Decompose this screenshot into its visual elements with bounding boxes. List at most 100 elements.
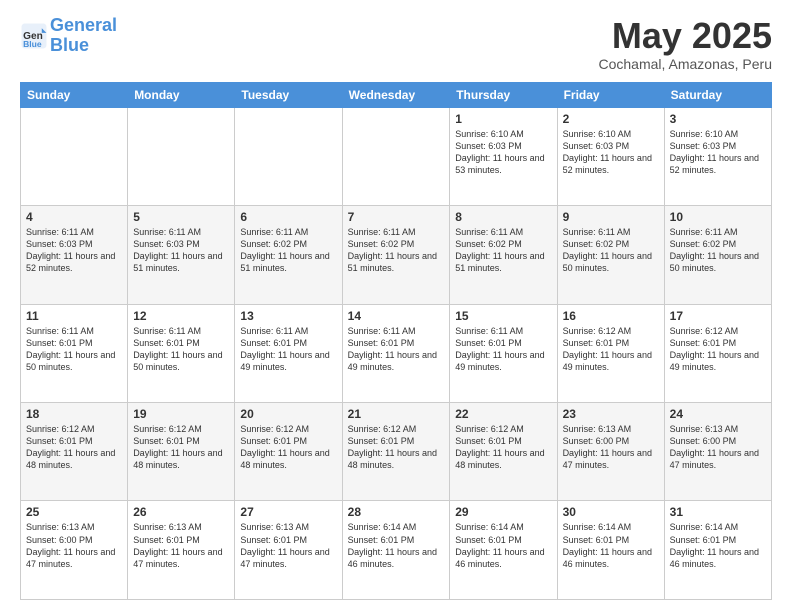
- day-info: Sunrise: 6:12 AMSunset: 6:01 PMDaylight:…: [26, 423, 122, 472]
- week-row-3: 11Sunrise: 6:11 AMSunset: 6:01 PMDayligh…: [21, 304, 772, 402]
- logo-line1: General: [50, 15, 117, 35]
- calendar-cell: 31 Sunrise: 6:14 AMSunset: 6:01 PMDayligh…: [664, 501, 771, 600]
- month-title: May 2025: [598, 16, 772, 56]
- day-info: Sunrise: 6:12 AMSunset: 6:01 PMDaylight:…: [133, 423, 229, 472]
- calendar-cell: [342, 107, 450, 205]
- calendar-cell: 9 Sunrise: 6:11 AMSunset: 6:02 PMDaylight…: [557, 206, 664, 304]
- day-number: 9: [563, 210, 659, 224]
- day-number: 24: [670, 407, 766, 421]
- calendar-cell: 26 Sunrise: 6:13 AMSunset: 6:01 PMDayligh…: [128, 501, 235, 600]
- day-number: 6: [240, 210, 336, 224]
- day-number: 22: [455, 407, 551, 421]
- day-info: Sunrise: 6:11 AMSunset: 6:03 PMDaylight:…: [133, 226, 229, 275]
- day-info: Sunrise: 6:11 AMSunset: 6:01 PMDaylight:…: [133, 325, 229, 374]
- calendar-cell: 15Sunrise: 6:11 AMSunset: 6:01 PMDayligh…: [450, 304, 557, 402]
- day-info: Sunrise: 6:11 AMSunset: 6:02 PMDaylight:…: [348, 226, 445, 275]
- day-info: Sunrise: 6:14 AMSunset: 6:01 PMDaylight:…: [670, 521, 766, 570]
- calendar-cell: [21, 107, 128, 205]
- day-number: 28: [348, 505, 445, 519]
- location: Cochamal, Amazonas, Peru: [598, 56, 772, 72]
- calendar-cell: 28 Sunrise: 6:14 AMSunset: 6:01 PMDayligh…: [342, 501, 450, 600]
- calendar-cell: 14Sunrise: 6:11 AMSunset: 6:01 PMDayligh…: [342, 304, 450, 402]
- day-info: Sunrise: 6:12 AMSunset: 6:01 PMDaylight:…: [563, 325, 659, 374]
- logo-line2: Blue: [50, 35, 89, 55]
- calendar-cell: 5 Sunrise: 6:11 AMSunset: 6:03 PMDaylight…: [128, 206, 235, 304]
- day-number: 8: [455, 210, 551, 224]
- weekday-header-wednesday: Wednesday: [342, 82, 450, 107]
- calendar-cell: 11Sunrise: 6:11 AMSunset: 6:01 PMDayligh…: [21, 304, 128, 402]
- day-info: Sunrise: 6:11 AMSunset: 6:01 PMDaylight:…: [455, 325, 551, 374]
- day-info: Sunrise: 6:11 AMSunset: 6:03 PMDaylight:…: [26, 226, 122, 275]
- day-info: Sunrise: 6:10 AMSunset: 6:03 PMDaylight:…: [670, 128, 766, 177]
- calendar-cell: 30 Sunrise: 6:14 AMSunset: 6:01 PMDayligh…: [557, 501, 664, 600]
- weekday-header-monday: Monday: [128, 82, 235, 107]
- calendar-cell: 7 Sunrise: 6:11 AMSunset: 6:02 PMDaylight…: [342, 206, 450, 304]
- day-info: Sunrise: 6:11 AMSunset: 6:02 PMDaylight:…: [670, 226, 766, 275]
- calendar-cell: 22Sunrise: 6:12 AMSunset: 6:01 PMDayligh…: [450, 403, 557, 501]
- day-info: Sunrise: 6:12 AMSunset: 6:01 PMDaylight:…: [240, 423, 336, 472]
- day-info: Sunrise: 6:13 AMSunset: 6:01 PMDaylight:…: [133, 521, 229, 570]
- calendar-cell: 19 Sunrise: 6:12 AMSunset: 6:01 PMDayligh…: [128, 403, 235, 501]
- logo-text: General Blue: [50, 16, 117, 56]
- day-number: 14: [348, 309, 445, 323]
- calendar-cell: 2Sunrise: 6:10 AMSunset: 6:03 PMDaylight…: [557, 107, 664, 205]
- calendar-cell: 18 Sunrise: 6:12 AMSunset: 6:01 PMDayligh…: [21, 403, 128, 501]
- day-number: 4: [26, 210, 122, 224]
- logo-icon: Gen Blue: [20, 22, 48, 50]
- day-number: 31: [670, 505, 766, 519]
- day-number: 23: [563, 407, 659, 421]
- calendar-cell: 12Sunrise: 6:11 AMSunset: 6:01 PMDayligh…: [128, 304, 235, 402]
- calendar-cell: 4 Sunrise: 6:11 AMSunset: 6:03 PMDaylight…: [21, 206, 128, 304]
- day-info: Sunrise: 6:14 AMSunset: 6:01 PMDaylight:…: [563, 521, 659, 570]
- weekday-header-saturday: Saturday: [664, 82, 771, 107]
- logo: Gen Blue General Blue: [20, 16, 117, 56]
- header: Gen Blue General Blue May 2025 Cochamal,…: [20, 16, 772, 72]
- day-number: 27: [240, 505, 336, 519]
- weekday-header-sunday: Sunday: [21, 82, 128, 107]
- day-number: 5: [133, 210, 229, 224]
- calendar-cell: 21Sunrise: 6:12 AMSunset: 6:01 PMDayligh…: [342, 403, 450, 501]
- day-number: 30: [563, 505, 659, 519]
- day-info: Sunrise: 6:12 AMSunset: 6:01 PMDaylight:…: [670, 325, 766, 374]
- day-number: 17: [670, 309, 766, 323]
- day-info: Sunrise: 6:13 AMSunset: 6:00 PMDaylight:…: [563, 423, 659, 472]
- day-info: Sunrise: 6:13 AMSunset: 6:01 PMDaylight:…: [240, 521, 336, 570]
- calendar-cell: 24 Sunrise: 6:13 AMSunset: 6:00 PMDayligh…: [664, 403, 771, 501]
- day-info: Sunrise: 6:10 AMSunset: 6:03 PMDaylight:…: [455, 128, 551, 177]
- day-number: 2: [563, 112, 659, 126]
- title-block: May 2025 Cochamal, Amazonas, Peru: [598, 16, 772, 72]
- svg-text:Blue: Blue: [23, 39, 42, 49]
- calendar-table: SundayMondayTuesdayWednesdayThursdayFrid…: [20, 82, 772, 600]
- day-info: Sunrise: 6:11 AMSunset: 6:02 PMDaylight:…: [455, 226, 551, 275]
- day-info: Sunrise: 6:11 AMSunset: 6:01 PMDaylight:…: [26, 325, 122, 374]
- calendar-cell: 25Sunrise: 6:13 AMSunset: 6:00 PMDayligh…: [21, 501, 128, 600]
- calendar-cell: 23 Sunrise: 6:13 AMSunset: 6:00 PMDayligh…: [557, 403, 664, 501]
- week-row-1: 1 Sunrise: 6:10 AMSunset: 6:03 PMDaylight…: [21, 107, 772, 205]
- day-number: 21: [348, 407, 445, 421]
- day-info: Sunrise: 6:11 AMSunset: 6:02 PMDaylight:…: [563, 226, 659, 275]
- calendar-cell: 8 Sunrise: 6:11 AMSunset: 6:02 PMDaylight…: [450, 206, 557, 304]
- weekday-header-friday: Friday: [557, 82, 664, 107]
- day-number: 20: [240, 407, 336, 421]
- day-number: 10: [670, 210, 766, 224]
- calendar-cell: 10 Sunrise: 6:11 AMSunset: 6:02 PMDayligh…: [664, 206, 771, 304]
- day-info: Sunrise: 6:14 AMSunset: 6:01 PMDaylight:…: [348, 521, 445, 570]
- weekday-header-thursday: Thursday: [450, 82, 557, 107]
- day-number: 7: [348, 210, 445, 224]
- day-number: 18: [26, 407, 122, 421]
- calendar-cell: 20 Sunrise: 6:12 AMSunset: 6:01 PMDayligh…: [235, 403, 342, 501]
- day-number: 25: [26, 505, 122, 519]
- calendar-cell: [128, 107, 235, 205]
- day-number: 29: [455, 505, 551, 519]
- week-row-5: 25Sunrise: 6:13 AMSunset: 6:00 PMDayligh…: [21, 501, 772, 600]
- day-info: Sunrise: 6:13 AMSunset: 6:00 PMDaylight:…: [670, 423, 766, 472]
- calendar-cell: 27 Sunrise: 6:13 AMSunset: 6:01 PMDayligh…: [235, 501, 342, 600]
- day-number: 1: [455, 112, 551, 126]
- calendar-cell: 13Sunrise: 6:11 AMSunset: 6:01 PMDayligh…: [235, 304, 342, 402]
- weekday-header-tuesday: Tuesday: [235, 82, 342, 107]
- day-number: 19: [133, 407, 229, 421]
- day-number: 26: [133, 505, 229, 519]
- page: Gen Blue General Blue May 2025 Cochamal,…: [0, 0, 792, 612]
- calendar-cell: 3Sunrise: 6:10 AMSunset: 6:03 PMDaylight…: [664, 107, 771, 205]
- calendar-cell: [235, 107, 342, 205]
